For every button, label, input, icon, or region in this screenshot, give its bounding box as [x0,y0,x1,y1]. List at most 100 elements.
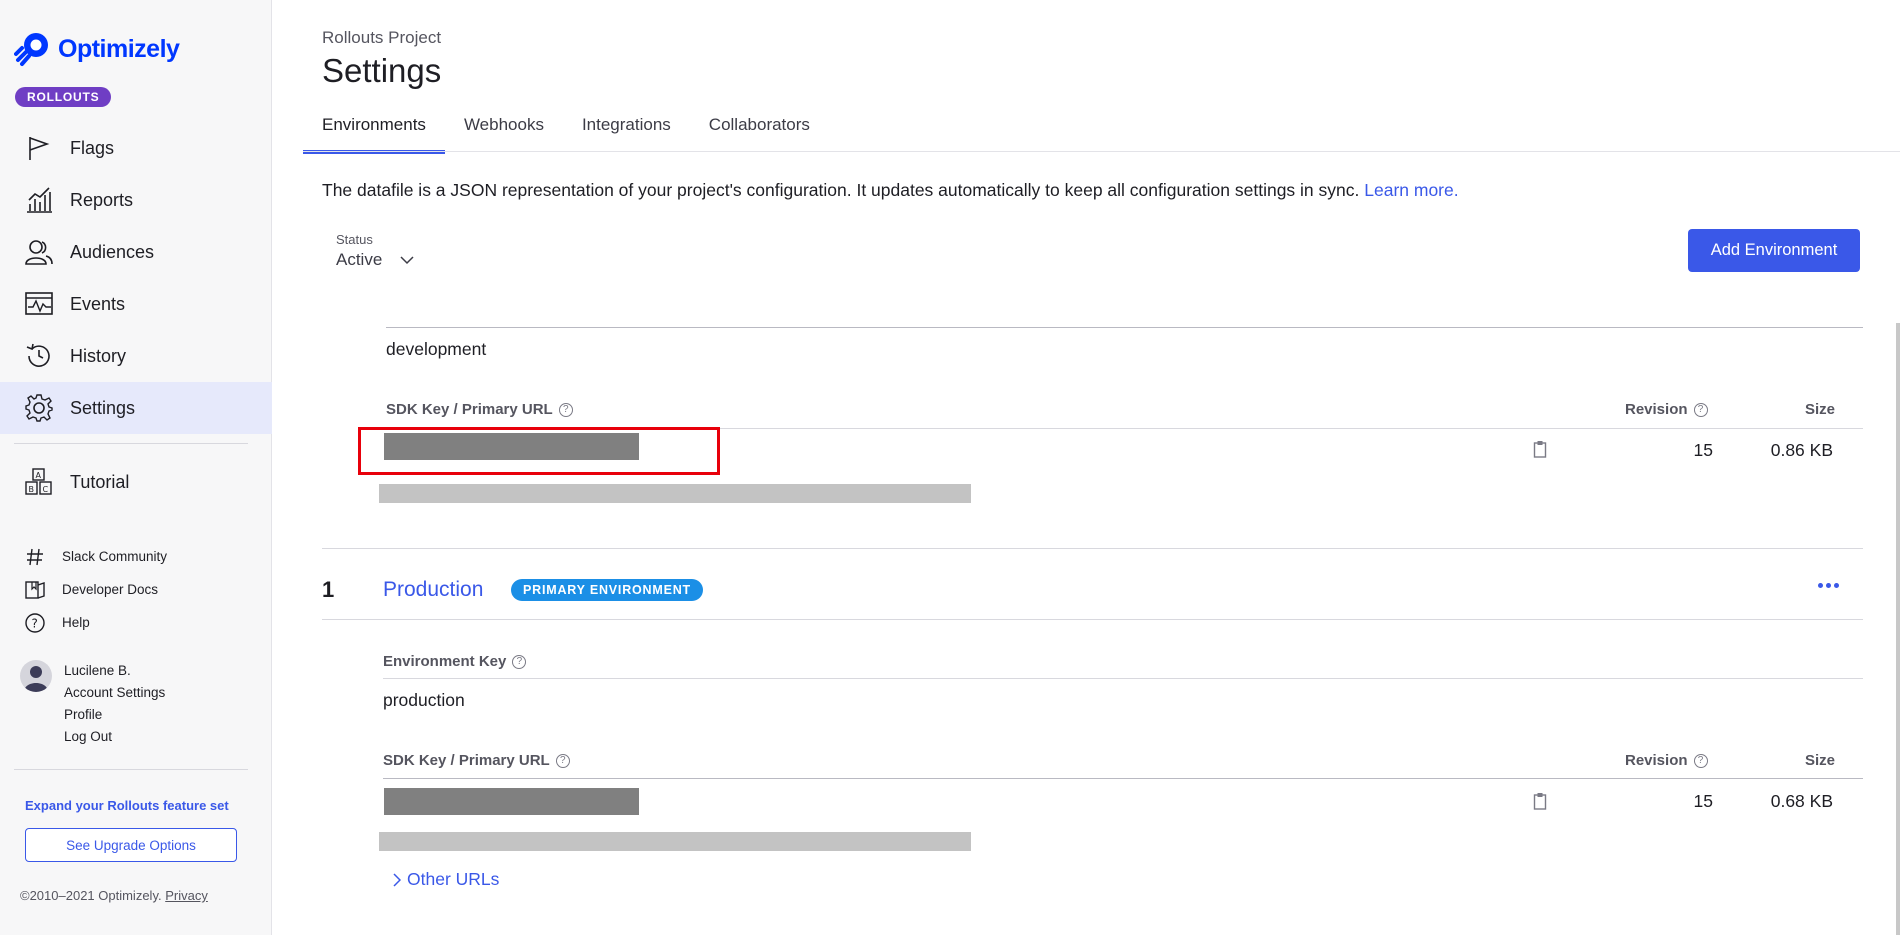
tab-environments[interactable]: Environments [303,110,445,154]
nav-label: History [70,345,127,366]
help-links: Slack Community Developer Docs ? Help [24,540,167,639]
revision-value: 15 [1693,440,1713,460]
breadcrumb[interactable]: Rollouts Project [322,28,441,48]
row-divider [383,778,1863,779]
sdk-key-label: SDK Key / Primary URL ? [386,401,573,418]
logout-link[interactable]: Log Out [64,726,165,748]
datafile-description: The datafile is a JSON representation of… [322,180,1459,201]
environment-key-value: development [386,339,487,359]
svg-text:C: C [43,485,49,494]
nav-item-events[interactable]: Events [0,278,272,330]
sdk-key-label-text: SDK Key / Primary URL [386,401,553,418]
tabs-divider [303,151,1900,152]
sidebar-divider [14,769,248,770]
product-badge: ROLLOUTS [15,87,112,107]
link-label: Help [62,615,90,630]
clipboard-icon[interactable] [1533,440,1547,458]
help-icon[interactable]: ? [1693,402,1708,417]
chevron-right-icon [393,872,401,887]
sdk-key-label-text: SDK Key / Primary URL [383,752,550,769]
sdk-key-label: SDK Key / Primary URL ? [383,752,570,769]
help-icon[interactable]: ? [512,654,527,669]
more-options-icon[interactable] [1818,583,1839,588]
size-label: Size [1805,752,1836,769]
pulse-icon [25,292,53,315]
environment-name[interactable]: Production [383,578,483,602]
revision-label: Revision ? [1625,752,1708,769]
page-title: Settings [322,52,442,89]
nav-item-flags[interactable]: Flags [0,122,272,174]
main-nav: Flags Reports Audiences Events History S… [0,122,272,434]
size-value: 0.86 KB [1770,440,1833,460]
expand-feature-link[interactable]: Expand your Rollouts feature set [25,798,229,813]
help-icon[interactable]: ? [558,402,573,417]
nav-item-audiences[interactable]: Audiences [0,226,272,278]
primary-url-redacted[interactable] [379,484,971,503]
primary-url-redacted[interactable] [379,832,971,851]
copyright-text: ©2010–2021 Optimizely. [20,888,162,903]
user-avatar-icon [24,666,48,692]
profile-link[interactable]: Profile [64,704,165,726]
main-content: Rollouts Project Settings Environments W… [273,0,1900,935]
account-settings-link[interactable]: Account Settings [64,682,165,704]
slack-community-link[interactable]: Slack Community [24,540,167,573]
question-icon: ? [25,612,45,633]
highlight-box [358,427,720,475]
nav-item-settings[interactable]: Settings [0,382,272,434]
clipboard-icon[interactable] [1533,792,1547,810]
optimizely-logo-icon [14,33,48,66]
tab-collaborators[interactable]: Collaborators [690,110,829,154]
nav-label: Settings [70,397,136,418]
scrollbar[interactable] [1896,323,1900,935]
nav-item-history[interactable]: History [0,330,272,382]
help-icon[interactable]: ? [555,753,570,768]
environment-number: 1 [322,577,335,602]
developer-docs-link[interactable]: Developer Docs [24,573,167,606]
tab-integrations[interactable]: Integrations [563,110,690,154]
sidebar: Optimizely ROLLOUTS Flags Reports Audien… [0,0,272,935]
privacy-link[interactable]: Privacy [165,888,208,903]
sdk-key-redacted[interactable] [384,788,639,815]
optimizely-logo[interactable]: Optimizely [14,30,180,68]
nav-label: Tutorial [70,471,130,492]
other-urls-label: Other URLs [407,869,500,889]
status-label: Status [336,232,373,247]
nav-label: Reports [70,189,134,210]
environment-key-label-text: Environment Key [383,653,507,670]
user-menu: Lucilene B. Account Settings Profile Log… [20,660,165,748]
section-divider [322,548,1863,549]
other-urls-toggle[interactable]: Other URLs [393,869,499,890]
copyright: ©2010–2021 Optimizely. Privacy [20,888,208,903]
help-icon[interactable]: ? [1693,753,1708,768]
settings-tabs: Environments Webhooks Integrations Colla… [303,110,829,154]
size-value: 0.68 KB [1770,791,1833,811]
flag-icon [29,137,50,160]
revision-label-text: Revision [1625,401,1688,418]
chevron-down-icon [400,256,414,265]
nav-item-tutorial[interactable]: ABC Tutorial [0,456,272,508]
tab-webhooks[interactable]: Webhooks [445,110,563,154]
logo-text: Optimizely [58,34,180,63]
nav-label: Events [70,293,126,314]
gear-icon [25,394,53,422]
svg-text:?: ? [32,616,38,630]
upgrade-options-button[interactable]: See Upgrade Options [25,828,237,862]
blocks-icon: AB C [25,468,52,495]
add-environment-button[interactable]: Add Environment [1688,229,1860,272]
help-link[interactable]: ? Help [24,606,167,639]
primary-environment-badge: PRIMARY ENVIRONMENT [511,579,703,601]
user-name: Lucilene B. [64,663,131,678]
book-icon [25,580,45,599]
status-filter[interactable]: Status Active [336,232,414,270]
nav-item-reports[interactable]: Reports [0,174,272,226]
nav-label: Audiences [70,241,155,262]
revision-label: Revision ? [1625,401,1708,418]
description-text: The datafile is a JSON representation of… [322,180,1360,200]
avatar[interactable] [20,660,52,692]
sidebar-divider [14,443,248,444]
size-label: Size [1805,401,1836,418]
status-value: Active [336,250,383,269]
revision-value: 15 [1693,791,1713,811]
environment-key-label: Environment Key ? [383,653,527,670]
learn-more-link[interactable]: Learn more. [1364,180,1458,200]
